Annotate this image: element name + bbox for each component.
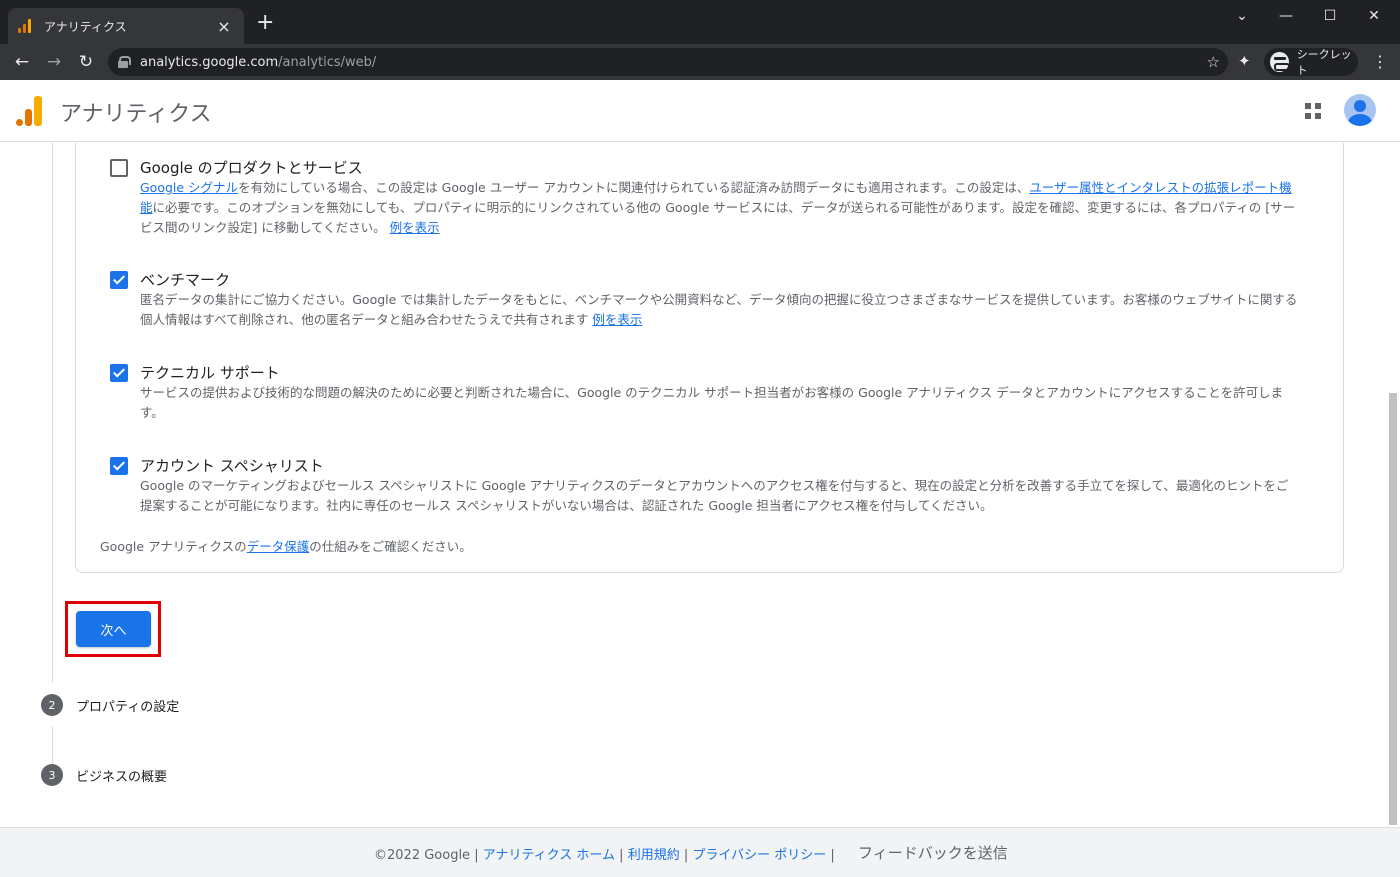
app-header: アナリティクス — [0, 80, 1400, 142]
benchmark-checkbox[interactable] — [110, 271, 128, 289]
tab-search-icon[interactable]: ⌄ — [1220, 0, 1264, 32]
footer: ©2022 Google | アナリティクス ホーム | 利用規約 | プライバ… — [0, 827, 1400, 877]
google-signals-link[interactable]: Google シグナル — [140, 180, 238, 195]
account-specialist-checkbox[interactable] — [110, 457, 128, 475]
forward-arrow-icon[interactable]: → — [42, 50, 66, 74]
separator: | — [679, 848, 693, 863]
show-example-link[interactable]: 例を表示 — [592, 312, 642, 327]
bookmark-star-icon[interactable]: ☆ — [1207, 53, 1220, 71]
step-number: 2 — [41, 694, 63, 716]
option-title: ベンチマーク — [140, 271, 231, 289]
apps-grid-icon[interactable] — [1305, 103, 1321, 119]
incognito-icon — [1270, 52, 1290, 72]
technical-support-checkbox[interactable] — [110, 364, 128, 382]
app-title: アナリティクス — [60, 102, 212, 127]
analytics-home-link[interactable]: アナリティクス ホーム — [483, 848, 615, 863]
data-protection-note: Google アナリティクスのデータ保護の仕組みをご確認ください。 — [100, 536, 472, 555]
incognito-label: シークレット — [1296, 48, 1352, 77]
avatar[interactable] — [1344, 94, 1376, 126]
option-description-text: を有効にしている場合、この設定は Google ユーザー アカウントに関連付けら… — [238, 180, 1030, 195]
option-description: 匿名データの集計にご協力ください。Google では集計したデータをもとに、ベン… — [140, 290, 1300, 330]
option-description: Google のマーケティングおよびセールス スペシャリストに Google ア… — [140, 476, 1300, 516]
show-example-link[interactable]: 例を表示 — [390, 220, 440, 235]
back-arrow-icon[interactable]: ← — [10, 50, 34, 74]
lock-icon — [118, 56, 131, 68]
extensions-puzzle-icon[interactable]: ✦ — [1238, 52, 1251, 70]
option-description: サービスの提供および技術的な問題の解決のために必要と判断された場合に、Googl… — [140, 383, 1300, 423]
option-description-text: 匿名データの集計にご協力ください。Google では集計したデータをもとに、ベン… — [140, 292, 1298, 327]
note-text: Google アナリティクスの — [100, 539, 247, 554]
close-window-button[interactable]: ✕ — [1352, 0, 1396, 32]
option-title: Google のプロダクトとサービス — [140, 159, 363, 177]
option-title: アカウント スペシャリスト — [140, 457, 324, 475]
note-text: の仕組みをご確認ください。 — [309, 539, 472, 554]
address-bar[interactable]: analytics.google.com /analytics/web/ ☆ — [108, 48, 1228, 76]
minimize-button[interactable]: — — [1264, 0, 1308, 32]
copyright: ©2022 Google | — [374, 848, 483, 863]
step-number: 3 — [41, 764, 63, 786]
analytics-logo-icon — [16, 96, 42, 126]
step-property-settings[interactable]: プロパティの設定 — [76, 696, 179, 715]
stepper-line — [52, 143, 53, 683]
privacy-policy-link[interactable]: プライバシー ポリシー — [692, 848, 826, 863]
tab-title: アナリティクス — [44, 19, 127, 34]
browser-toolbar: ← → ↻ analytics.google.com /analytics/we… — [0, 44, 1400, 80]
scrollbar[interactable] — [1389, 393, 1397, 825]
browser-tab-bar: アナリティクス × + ⌄ — ☐ ✕ — [0, 0, 1400, 44]
new-tab-button[interactable]: + — [256, 12, 274, 34]
option-description-text: Google のマーケティングおよびセールス スペシャリストに Google ア… — [140, 478, 1289, 513]
main-content: Google のプロダクトとサービス Google シグナルを有効にしている場合… — [0, 143, 1400, 827]
google-products-checkbox[interactable] — [110, 159, 128, 177]
footer-links: ©2022 Google | アナリティクス ホーム | 利用規約 | プライバ… — [374, 844, 835, 863]
data-protection-link[interactable]: データ保護 — [247, 539, 310, 554]
close-tab-icon[interactable]: × — [214, 17, 234, 36]
option-description-text: サービスの提供および技術的な問題の解決のために必要と判断された場合に、Googl… — [140, 385, 1284, 420]
terms-link[interactable]: 利用規約 — [628, 848, 680, 863]
option-description-text: に必要です。このオプションを無効にしても、プロパティに明示的にリンクされている他… — [140, 200, 1296, 235]
stepper-line — [52, 726, 53, 766]
next-button[interactable]: 次へ — [76, 611, 151, 647]
separator: | — [615, 848, 628, 863]
browser-tab[interactable]: アナリティクス × — [8, 8, 244, 44]
analytics-favicon-icon — [18, 19, 34, 33]
url-path: /analytics/web/ — [278, 54, 377, 70]
url-host: analytics.google.com — [140, 54, 279, 70]
step-business-overview[interactable]: ビジネスの概要 — [76, 766, 167, 785]
separator: | — [826, 848, 835, 863]
option-title: テクニカル サポート — [140, 364, 280, 382]
maximize-button[interactable]: ☐ — [1308, 0, 1352, 32]
send-feedback-link[interactable]: フィードバックを送信 — [858, 842, 1008, 863]
incognito-badge[interactable]: シークレット — [1264, 48, 1358, 77]
option-description: Google シグナルを有効にしている場合、この設定は Google ユーザー … — [140, 178, 1300, 238]
reload-icon[interactable]: ↻ — [74, 50, 98, 74]
browser-menu-icon[interactable]: ⋮ — [1372, 52, 1388, 71]
